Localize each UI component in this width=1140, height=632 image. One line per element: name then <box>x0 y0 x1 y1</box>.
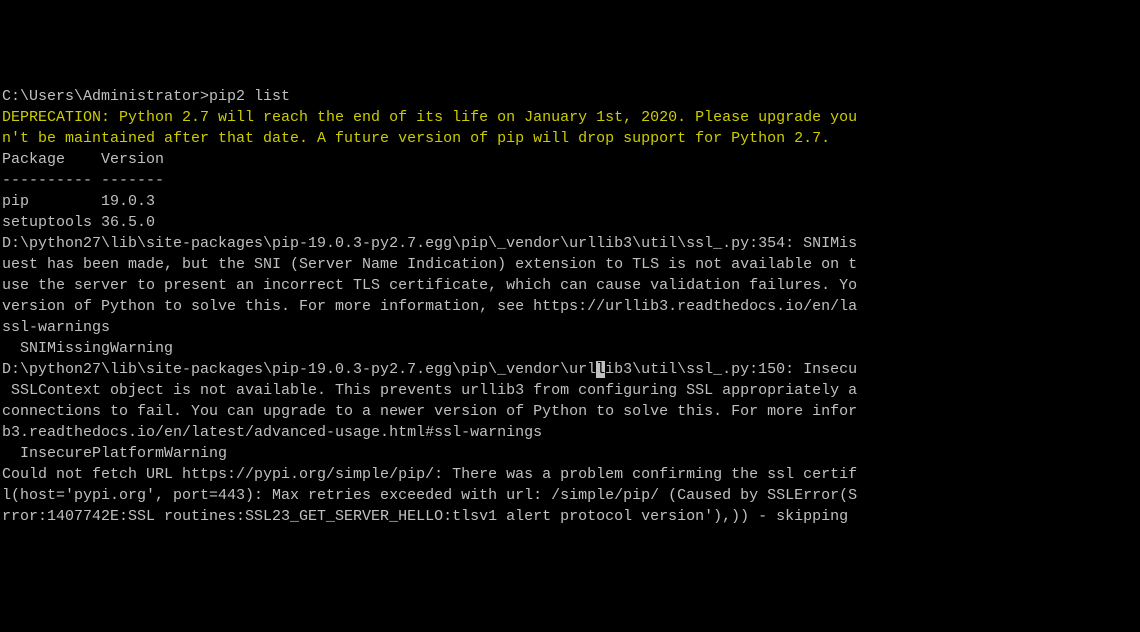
sni-warning-line4: version of Python to solve this. For mor… <box>2 296 1140 317</box>
deprecation-warning-line2: n't be maintained after that date. A fut… <box>2 128 1140 149</box>
ssl-error-line2: l(host='pypi.org', port=443): Max retrie… <box>2 485 1140 506</box>
prompt-line: C:\Users\Administrator>pip2 list <box>2 86 1140 107</box>
deprecation-warning-line1: DEPRECATION: Python 2.7 will reach the e… <box>2 107 1140 128</box>
insecure-warning-line4: b3.readthedocs.io/en/latest/advanced-usa… <box>2 422 1140 443</box>
ssl-error-line1: Could not fetch URL https://pypi.org/sim… <box>2 464 1140 485</box>
insecure-warning-part-b: ib3\util\ssl_.py:150: Insecu <box>605 361 857 378</box>
insecure-warning-line1: D:\python27\lib\site-packages\pip-19.0.3… <box>2 359 1140 380</box>
insecure-warning-line3: connections to fail. You can upgrade to … <box>2 401 1140 422</box>
ssl-error-line3: rror:1407742E:SSL routines:SSL23_GET_SER… <box>2 506 1140 527</box>
sni-warning-line3: use the server to present an incorrect T… <box>2 275 1140 296</box>
table-header: Package Version <box>2 149 1140 170</box>
insecure-warning-name: InsecurePlatformWarning <box>2 443 1140 464</box>
insecure-warning-line2: SSLContext object is not available. This… <box>2 380 1140 401</box>
package-row-setuptools: setuptools 36.5.0 <box>2 212 1140 233</box>
insecure-warning-part-a: D:\python27\lib\site-packages\pip-19.0.3… <box>2 361 596 378</box>
sni-warning-name: SNIMissingWarning <box>2 338 1140 359</box>
sni-warning-line1: D:\python27\lib\site-packages\pip-19.0.3… <box>2 233 1140 254</box>
command-text: pip2 list <box>209 88 290 105</box>
package-row-pip: pip 19.0.3 <box>2 191 1140 212</box>
table-separator: ---------- ------- <box>2 170 1140 191</box>
sni-warning-line5: ssl-warnings <box>2 317 1140 338</box>
sni-warning-line2: uest has been made, but the SNI (Server … <box>2 254 1140 275</box>
prompt-path: C:\Users\Administrator> <box>2 88 209 105</box>
cursor-block: l <box>596 361 605 378</box>
